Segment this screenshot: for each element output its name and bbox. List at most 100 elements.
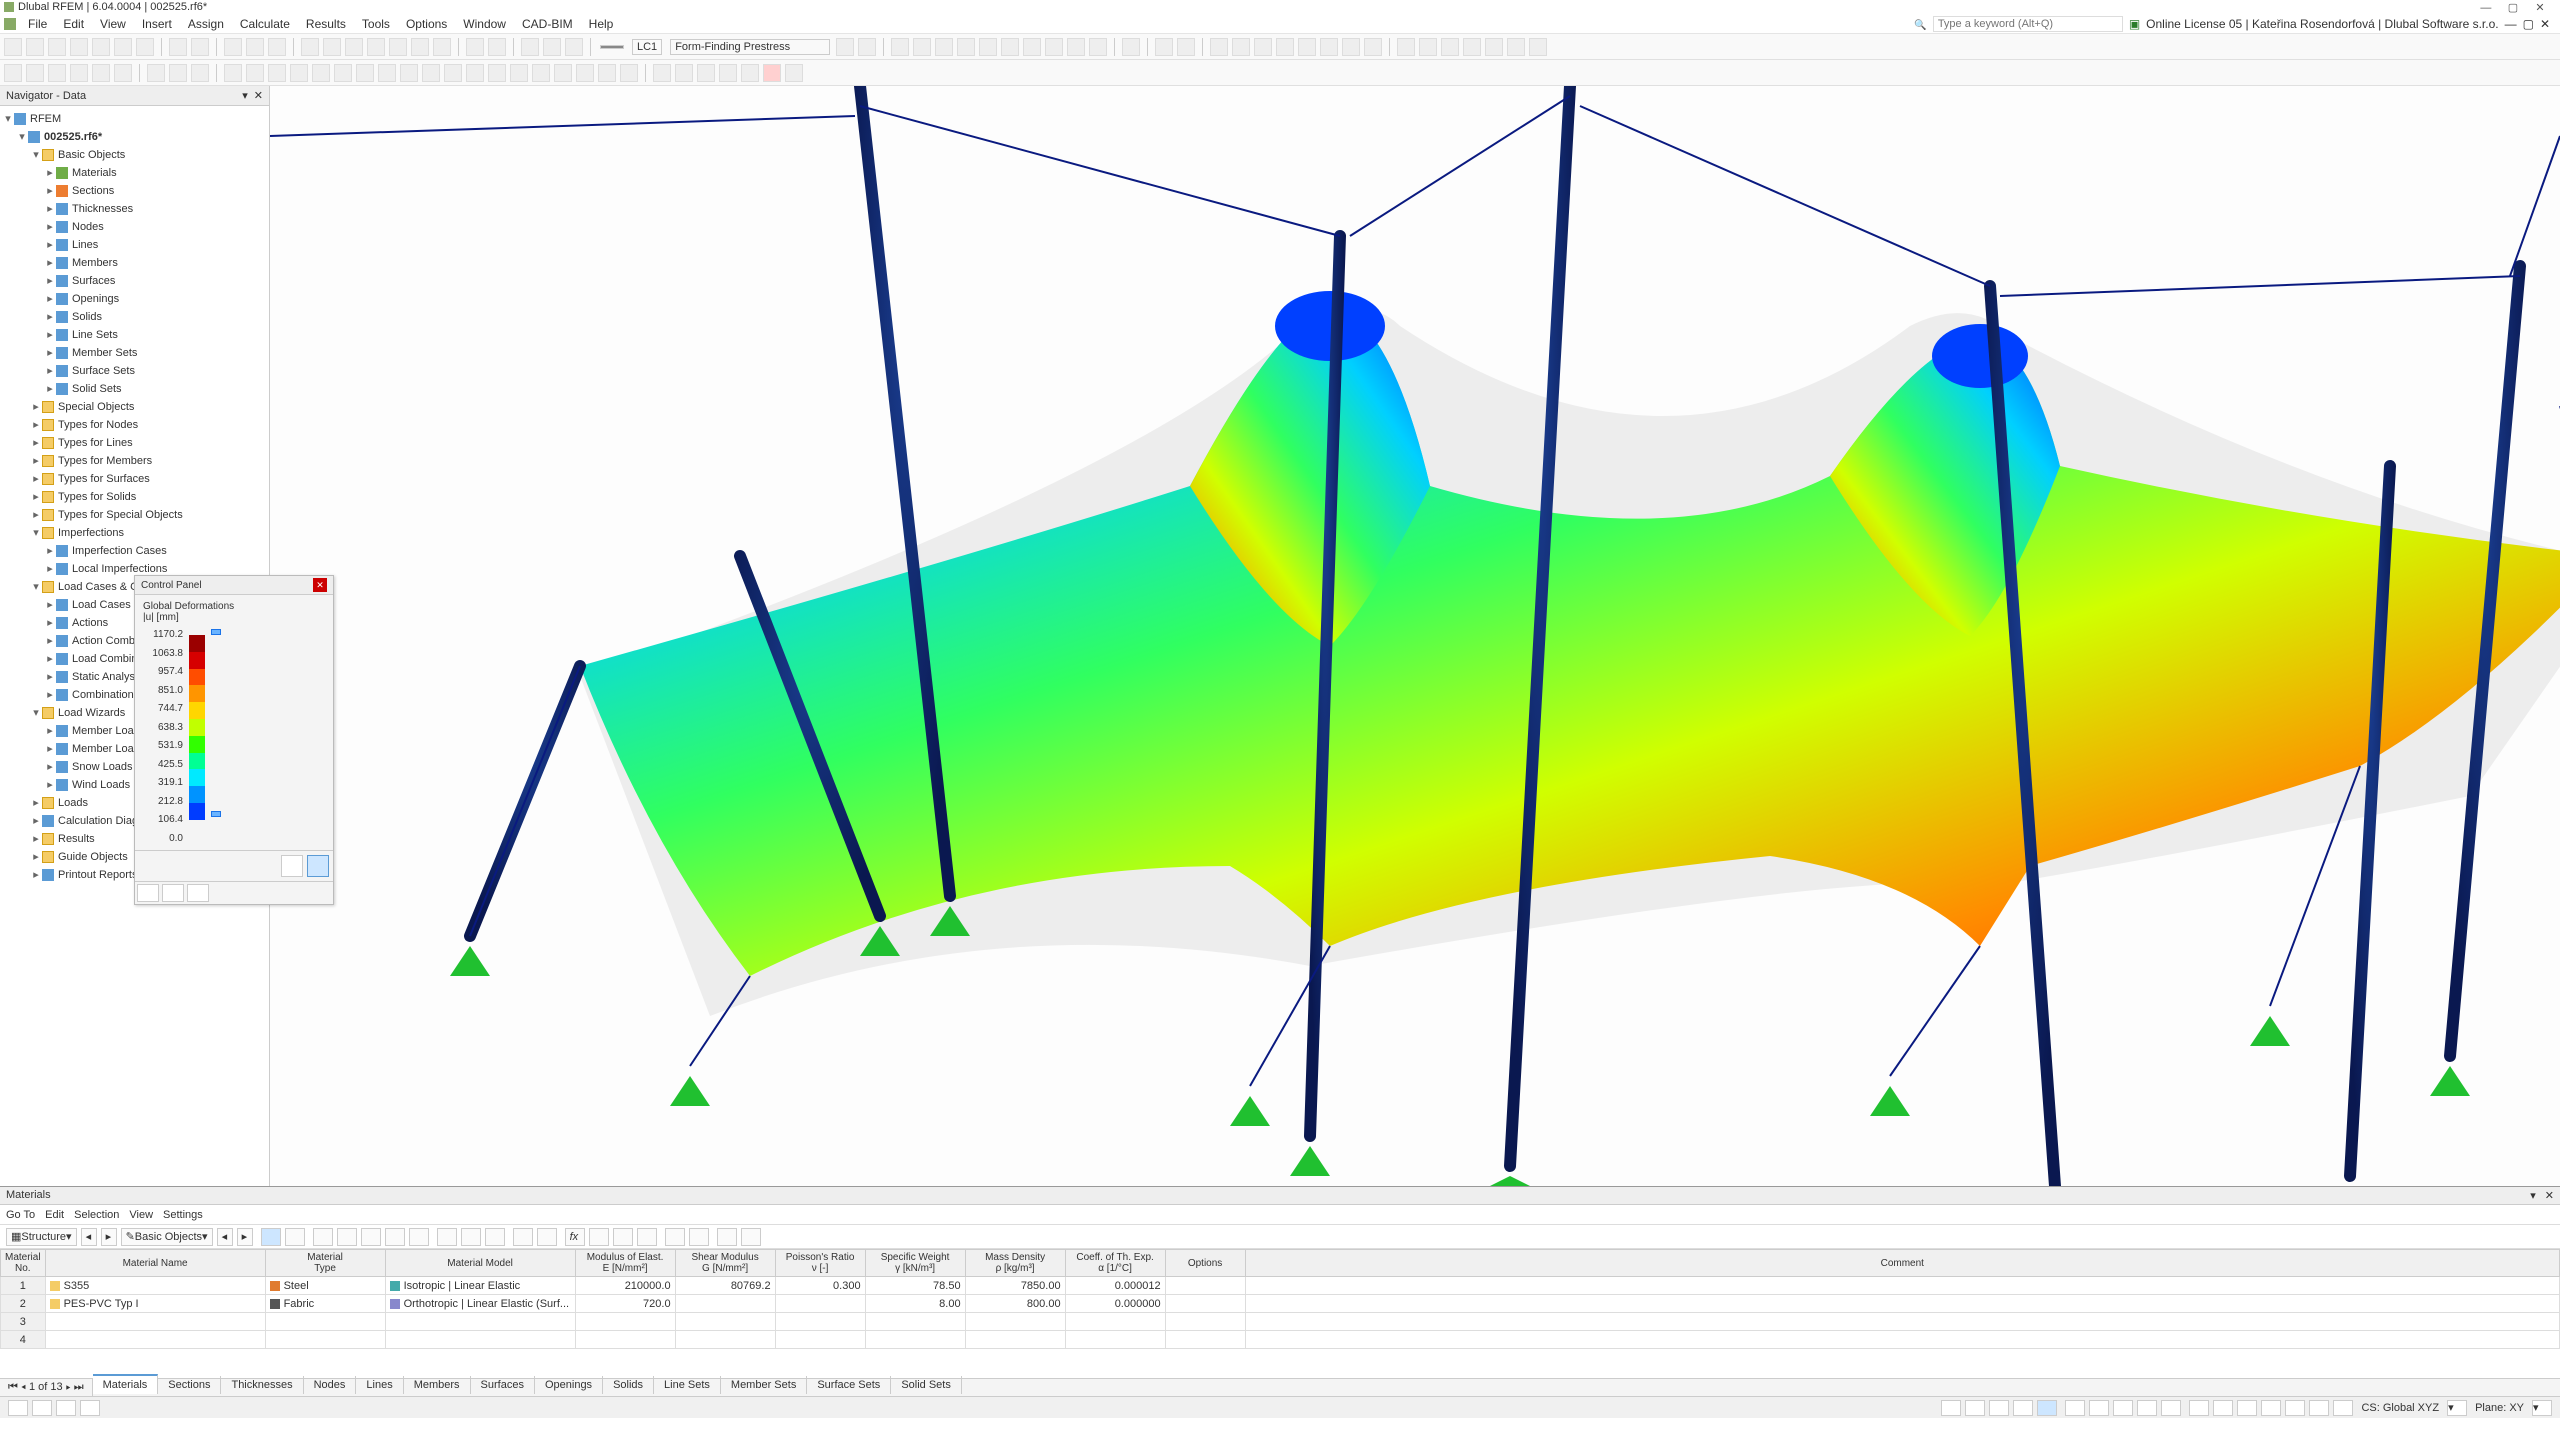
menu-help[interactable]: Help	[581, 15, 622, 33]
keyword-search-input[interactable]	[1933, 16, 2123, 32]
tb-misc-1[interactable]	[1397, 38, 1415, 56]
tb2-25[interactable]	[554, 64, 572, 82]
bottom-tab[interactable]: Surface Sets	[807, 1376, 891, 1394]
tree-row[interactable]: ▸Nodes	[2, 218, 267, 236]
bp-btn-o[interactable]	[689, 1228, 709, 1246]
table-row[interactable]: 2PES-PVC Typ IFabricOrthotropic | Linear…	[1, 1295, 2560, 1313]
tb2-20[interactable]	[444, 64, 462, 82]
sb-snap-4[interactable]	[2137, 1400, 2157, 1416]
3d-viewport[interactable]	[270, 86, 2560, 1186]
tb2-3[interactable]	[48, 64, 66, 82]
lc-code[interactable]: LC1	[632, 39, 662, 55]
menu-cad-bim[interactable]: CAD-BIM	[514, 15, 581, 33]
bp-fx-button[interactable]: fx	[565, 1228, 585, 1246]
tree-row[interactable]: ▾002525.rf6*	[2, 128, 267, 146]
cp-tab-2[interactable]	[162, 884, 184, 902]
tb2-19[interactable]	[422, 64, 440, 82]
tb-view-3[interactable]	[345, 38, 363, 56]
bp-toggle-1[interactable]	[261, 1228, 281, 1246]
sb-extra-5[interactable]	[2285, 1400, 2305, 1416]
tb-result-1[interactable]	[891, 38, 909, 56]
tb2-11[interactable]	[246, 64, 264, 82]
bottom-tab[interactable]: Surfaces	[471, 1376, 535, 1394]
tree-row[interactable]: ▸Member Sets	[2, 344, 267, 362]
tb2-31[interactable]	[697, 64, 715, 82]
tb2-28[interactable]	[620, 64, 638, 82]
tb-block-manager[interactable]	[70, 38, 88, 56]
bottom-tab[interactable]: Solids	[603, 1376, 654, 1394]
tree-row[interactable]: ▸Types for Lines	[2, 434, 267, 452]
tb2-12[interactable]	[268, 64, 286, 82]
tb-display-3[interactable]	[521, 38, 539, 56]
bp-pin-icon[interactable]: ▾	[2530, 1190, 2536, 1202]
tree-row[interactable]: ▸Line Sets	[2, 326, 267, 344]
tb2-delete[interactable]	[763, 64, 781, 82]
tb-result-2[interactable]	[913, 38, 931, 56]
bottom-tab[interactable]: Solid Sets	[891, 1376, 962, 1394]
bottom-tab[interactable]: Line Sets	[654, 1376, 721, 1394]
bp-btn-g[interactable]	[461, 1228, 481, 1246]
tree-row[interactable]: ▸Special Objects	[2, 398, 267, 416]
lc-prev[interactable]	[836, 38, 854, 56]
col-header[interactable]: MaterialType	[265, 1250, 385, 1277]
tree-row[interactable]: ▸Lines	[2, 236, 267, 254]
sb-cs-dropdown[interactable]: ▾	[2447, 1400, 2467, 1416]
bp-menu-view[interactable]: View	[129, 1209, 153, 1221]
sb-view-3[interactable]	[1989, 1400, 2009, 1416]
sb-extra-2[interactable]	[2213, 1400, 2233, 1416]
tb2-14[interactable]	[312, 64, 330, 82]
menu-assign[interactable]: Assign	[180, 15, 232, 33]
tb2-35[interactable]	[785, 64, 803, 82]
tree-row[interactable]: ▸Types for Nodes	[2, 416, 267, 434]
tb-undo[interactable]	[169, 38, 187, 56]
tb-edit-5[interactable]	[1298, 38, 1316, 56]
bp-btn-h[interactable]	[485, 1228, 505, 1246]
tb2-2[interactable]	[26, 64, 44, 82]
tb2-15[interactable]	[334, 64, 352, 82]
tb-action-1[interactable]	[1155, 38, 1173, 56]
bp-btn-q[interactable]	[741, 1228, 761, 1246]
tree-row[interactable]: ▸Openings	[2, 290, 267, 308]
bp-prev2[interactable]: ◂	[217, 1228, 233, 1246]
tb-view-2[interactable]	[323, 38, 341, 56]
tb-display-4[interactable]	[543, 38, 561, 56]
tb-redo[interactable]	[191, 38, 209, 56]
tb2-10[interactable]	[224, 64, 242, 82]
sb-btn-4[interactable]	[80, 1400, 100, 1416]
tb2-33[interactable]	[741, 64, 759, 82]
table-row[interactable]: 3	[1, 1313, 2560, 1331]
tb-misc-5[interactable]	[1485, 38, 1503, 56]
tb-display-1[interactable]	[466, 38, 484, 56]
bp-btn-c[interactable]	[361, 1228, 381, 1246]
bp-menu-selection[interactable]: Selection	[74, 1209, 119, 1221]
control-panel-titlebar[interactable]: Control Panel ✕	[135, 576, 333, 595]
tb-view-6[interactable]	[411, 38, 429, 56]
col-header[interactable]: Mass Densityρ [kg/m³]	[965, 1250, 1065, 1277]
bp-category-combo[interactable]: ▦ Structure ▾	[6, 1228, 77, 1246]
navigator-close-icon[interactable]: ✕	[254, 89, 263, 102]
menu-edit[interactable]: Edit	[55, 15, 92, 33]
close-app-button[interactable]: ✕	[2528, 1, 2552, 14]
lc-next[interactable]	[858, 38, 876, 56]
tb2-6[interactable]	[114, 64, 132, 82]
bp-btn-n[interactable]	[665, 1228, 685, 1246]
bp-btn-k[interactable]	[589, 1228, 609, 1246]
col-header[interactable]: Specific Weightγ [kN/m³]	[865, 1250, 965, 1277]
bp-toggle-2[interactable]	[285, 1228, 305, 1246]
col-header[interactable]: Material Name	[45, 1250, 265, 1277]
tb-misc-2[interactable]	[1419, 38, 1437, 56]
menu-insert[interactable]: Insert	[134, 15, 180, 33]
tree-row[interactable]: ▸Types for Special Objects	[2, 506, 267, 524]
col-header[interactable]: Options	[1165, 1250, 1245, 1277]
menu-options[interactable]: Options	[398, 15, 455, 33]
bp-btn-i[interactable]	[513, 1228, 533, 1246]
col-header[interactable]: MaterialNo.	[1, 1250, 46, 1277]
tb-edit-2[interactable]	[1232, 38, 1250, 56]
tb2-29[interactable]	[653, 64, 671, 82]
sb-snap-2[interactable]	[2089, 1400, 2109, 1416]
cp-tab-1[interactable]	[137, 884, 159, 902]
bp-btn-m[interactable]	[637, 1228, 657, 1246]
sb-view-2[interactable]	[1965, 1400, 1985, 1416]
tb2-32[interactable]	[719, 64, 737, 82]
menu-tools[interactable]: Tools	[354, 15, 398, 33]
